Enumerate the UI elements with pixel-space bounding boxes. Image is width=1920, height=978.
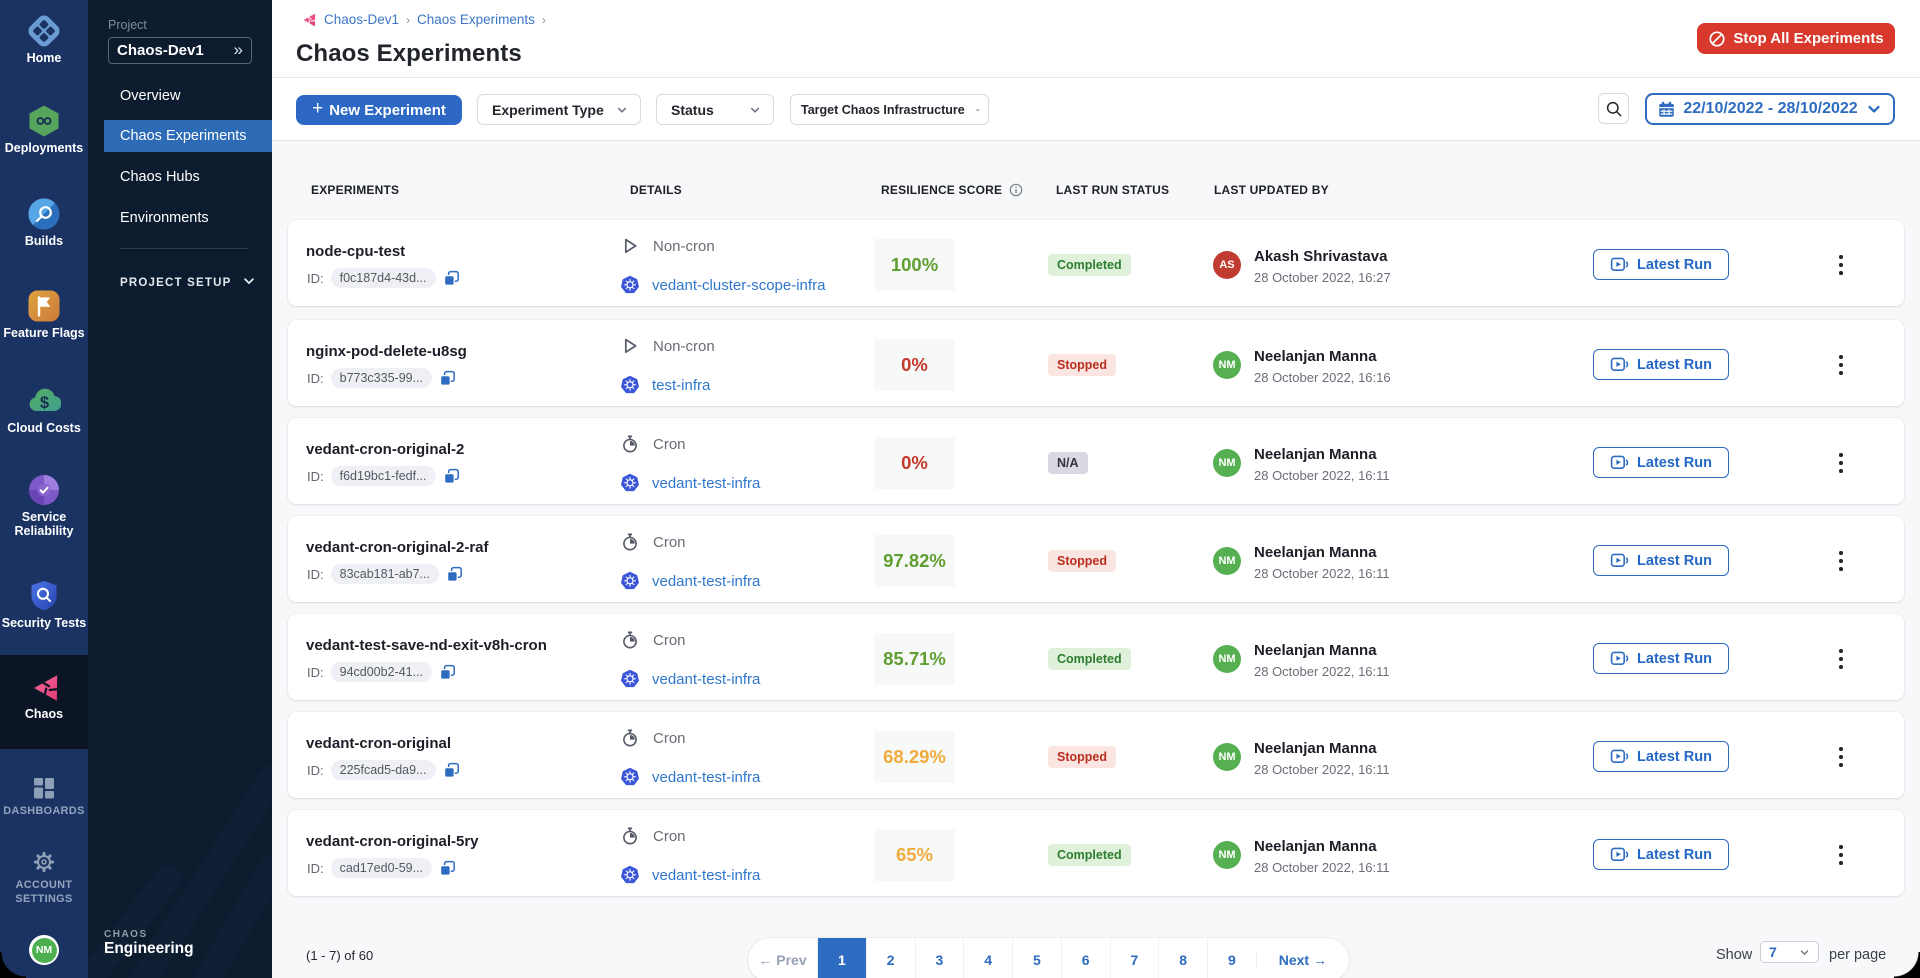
- svg-text:$: $: [40, 394, 49, 412]
